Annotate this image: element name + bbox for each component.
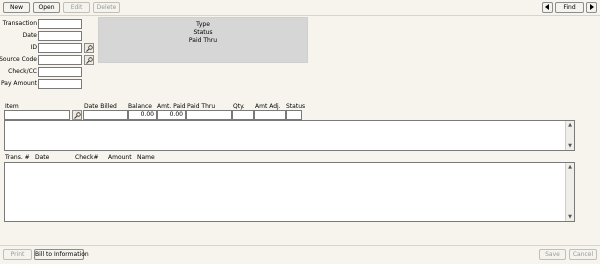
pay-amount-label: Pay Amount bbox=[0, 80, 37, 87]
amt-adj-field[interactable] bbox=[254, 110, 286, 120]
scroll-down-arrow-icon[interactable]: ▼ bbox=[566, 213, 574, 221]
magnifier-icon bbox=[74, 112, 81, 119]
column-header-date: Date bbox=[35, 154, 50, 161]
column-header-amount: Amount bbox=[108, 154, 132, 161]
magnifier-icon bbox=[86, 45, 93, 52]
scroll-up-arrow-icon[interactable]: ▲ bbox=[566, 163, 574, 171]
status-field[interactable] bbox=[286, 110, 302, 120]
check-cc-label: Check/CC bbox=[8, 68, 37, 75]
transactions-list-scrollbar[interactable]: ▲ ▼ bbox=[565, 163, 574, 221]
toolbar-divider bbox=[0, 15, 600, 16]
pay-amount-field[interactable] bbox=[38, 79, 82, 89]
column-header-name: Name bbox=[137, 154, 155, 161]
magnifier-icon bbox=[86, 57, 93, 64]
column-header-check-no: Check# bbox=[75, 154, 99, 161]
date-billed-field[interactable] bbox=[83, 110, 128, 120]
find-button[interactable]: Find bbox=[555, 2, 584, 13]
item-entry-field[interactable] bbox=[4, 110, 70, 120]
id-field[interactable] bbox=[38, 43, 82, 53]
balance-field[interactable]: 0.00 bbox=[128, 110, 157, 120]
qty-field[interactable] bbox=[232, 110, 254, 120]
next-record-button[interactable] bbox=[586, 2, 597, 13]
save-button[interactable]: Save bbox=[539, 249, 566, 260]
paid-thru-label: Paid Thru bbox=[188, 37, 218, 44]
cancel-button[interactable]: Cancel bbox=[569, 249, 597, 260]
paid-thru-field[interactable] bbox=[186, 110, 232, 120]
column-header-trans-no: Trans. # bbox=[5, 154, 30, 161]
check-cc-field[interactable] bbox=[38, 67, 82, 77]
items-list-scrollbar[interactable]: ▲ ▼ bbox=[565, 121, 574, 150]
type-label: Type bbox=[196, 21, 210, 28]
scroll-up-arrow-icon[interactable]: ▲ bbox=[566, 121, 574, 129]
source-code-lookup-button[interactable] bbox=[84, 55, 94, 65]
items-list[interactable]: ▲ ▼ bbox=[4, 120, 575, 151]
info-panel: Type Status Paid Thru bbox=[98, 17, 308, 63]
date-field[interactable] bbox=[38, 31, 82, 41]
edit-button[interactable]: Edit bbox=[63, 2, 90, 13]
print-button[interactable]: Print bbox=[3, 249, 32, 260]
triangle-left-icon bbox=[545, 4, 549, 10]
amt-paid-field[interactable]: 0.00 bbox=[157, 110, 186, 120]
item-lookup-button[interactable] bbox=[72, 110, 82, 120]
previous-record-button[interactable] bbox=[542, 2, 553, 13]
footer-divider bbox=[0, 245, 600, 246]
new-button[interactable]: New bbox=[3, 2, 30, 13]
id-label: ID bbox=[30, 44, 37, 51]
id-lookup-button[interactable] bbox=[84, 43, 94, 53]
scroll-down-arrow-icon[interactable]: ▼ bbox=[566, 142, 574, 150]
transaction-field[interactable] bbox=[38, 19, 82, 29]
source-code-label: Source Code bbox=[0, 56, 37, 63]
bill-to-information-button[interactable]: Bill to Information bbox=[34, 249, 89, 260]
transactions-list[interactable]: ▲ ▼ bbox=[4, 162, 575, 222]
source-code-field[interactable] bbox=[38, 55, 82, 65]
open-button[interactable]: Open bbox=[33, 2, 60, 13]
status-label: Status bbox=[193, 29, 213, 36]
date-label: Date bbox=[22, 32, 37, 39]
triangle-right-icon bbox=[590, 4, 594, 10]
delete-button[interactable]: Delete bbox=[93, 2, 120, 13]
transaction-label: Transaction bbox=[2, 20, 37, 27]
